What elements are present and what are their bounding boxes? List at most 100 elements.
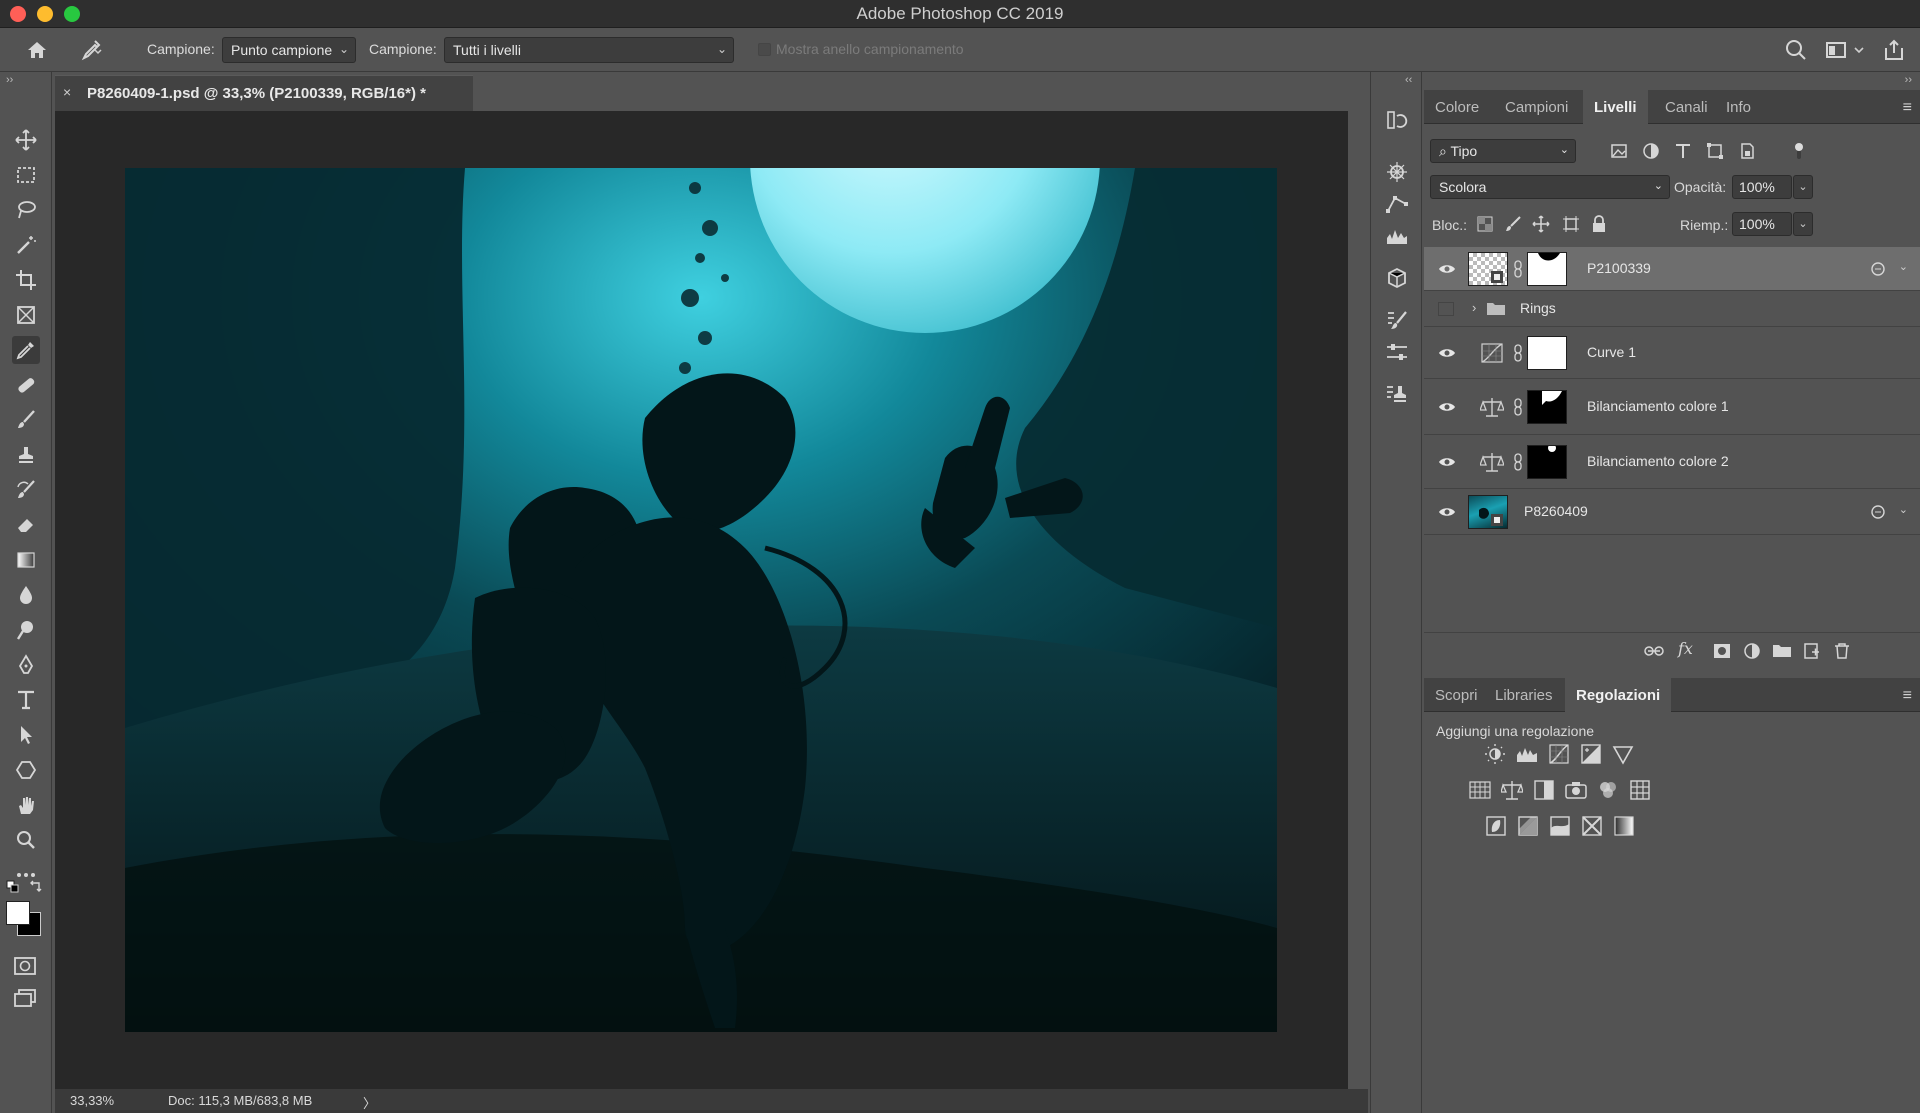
zoom-level[interactable]: 33,33% xyxy=(70,1093,114,1108)
lock-position-icon[interactable] xyxy=(1532,215,1550,233)
tab-campioni[interactable]: Campioni xyxy=(1494,90,1579,124)
link-icon[interactable] xyxy=(1513,398,1523,416)
screen-mode-icon[interactable] xyxy=(13,987,37,1009)
lock-transparent-icon[interactable] xyxy=(1476,215,1494,233)
levels-icon[interactable] xyxy=(1516,743,1538,765)
layer-thumbnail[interactable] xyxy=(1468,252,1508,286)
collapse-arrows-icon[interactable]: ›› xyxy=(1905,74,1912,86)
tab-regolazioni[interactable]: Regolazioni xyxy=(1565,678,1672,712)
brightness-contrast-icon[interactable] xyxy=(1484,743,1506,765)
filter-toggle-icon[interactable] xyxy=(1789,141,1809,161)
frame-tool[interactable] xyxy=(12,301,40,329)
tab-canali[interactable]: Canali xyxy=(1654,90,1719,124)
layer-filter-select[interactable]: ⌕ Tipo ⌄ xyxy=(1430,139,1576,163)
layer-row[interactable]: P2100339 ⌄ xyxy=(1424,247,1920,291)
link-icon[interactable] xyxy=(1513,453,1523,471)
gradient-map-icon[interactable] xyxy=(1613,815,1635,837)
black-white-icon[interactable] xyxy=(1533,779,1555,801)
pen-tool[interactable] xyxy=(12,651,40,679)
swap-colors-icon[interactable] xyxy=(28,880,42,894)
clone-source-icon[interactable] xyxy=(1385,382,1409,406)
opacity-dropdown[interactable]: ⌄ xyxy=(1793,175,1813,199)
channel-mixer-icon[interactable] xyxy=(1597,779,1619,801)
stamp-tool[interactable] xyxy=(12,441,40,469)
layer-row[interactable]: Bilanciamento colore 1 xyxy=(1424,379,1920,435)
paths-icon[interactable] xyxy=(1385,192,1409,216)
eye-icon[interactable] xyxy=(1438,346,1456,360)
selective-color-icon[interactable] xyxy=(1581,815,1603,837)
show-ring-checkbox[interactable] xyxy=(758,43,771,56)
visibility-toggle[interactable] xyxy=(1438,302,1454,316)
layer-thumbnail[interactable] xyxy=(1468,495,1508,529)
histogram-icon[interactable] xyxy=(1385,224,1409,248)
history-brush-tool[interactable] xyxy=(12,476,40,504)
brush-settings-icon[interactable] xyxy=(1385,308,1409,332)
tab-libraries[interactable]: Libraries xyxy=(1484,678,1564,712)
blur-tool[interactable] xyxy=(12,581,40,609)
layer-mask-thumbnail[interactable] xyxy=(1527,252,1567,286)
hue-saturation-icon[interactable] xyxy=(1469,779,1491,801)
link-layers-icon[interactable] xyxy=(1644,641,1664,661)
eye-icon[interactable] xyxy=(1438,455,1456,469)
eyedropper-tool[interactable] xyxy=(12,336,40,364)
layer-row[interactable]: Curve 1 xyxy=(1424,327,1920,379)
path-selection-tool[interactable] xyxy=(12,721,40,749)
chevron-down-icon[interactable]: ⌄ xyxy=(1899,260,1908,273)
eye-icon[interactable] xyxy=(1438,400,1456,414)
smart-filter-icon[interactable] xyxy=(1870,504,1886,520)
layer-row[interactable]: P8260409 ⌄ xyxy=(1424,489,1920,535)
sample-layers-select[interactable]: Tutti i livelli ⌄ xyxy=(444,37,734,63)
status-arrow-icon[interactable]: 〉 xyxy=(363,1093,376,1112)
layer-mask-thumbnail[interactable] xyxy=(1527,336,1567,370)
search-icon[interactable] xyxy=(1784,38,1808,62)
smart-filter-icon[interactable] xyxy=(1870,261,1886,277)
eye-icon[interactable] xyxy=(1438,505,1456,519)
panel-menu-icon[interactable]: ≡ xyxy=(1903,687,1912,705)
share-icon[interactable] xyxy=(1882,38,1906,62)
tab-info[interactable]: Info xyxy=(1715,90,1762,124)
workspace-icon[interactable] xyxy=(1824,38,1848,62)
home-icon[interactable] xyxy=(26,39,48,61)
fx-icon[interactable]: fx xyxy=(1678,639,1698,659)
shape-filter-icon[interactable] xyxy=(1705,141,1725,161)
document-image[interactable] xyxy=(125,168,1277,1032)
lock-pixels-icon[interactable] xyxy=(1504,215,1522,233)
chevron-right-icon[interactable]: › xyxy=(1472,300,1476,315)
hand-tool[interactable] xyxy=(12,791,40,819)
zoom-tool[interactable] xyxy=(12,826,40,854)
dodge-tool[interactable] xyxy=(12,616,40,644)
opacity-input[interactable]: 100% xyxy=(1732,175,1792,199)
move-tool[interactable] xyxy=(12,126,40,154)
gradient-tool[interactable] xyxy=(12,546,40,574)
color-lookup-icon[interactable] xyxy=(1629,779,1651,801)
layer-row[interactable]: › Rings xyxy=(1424,291,1920,327)
foreground-color-swatch[interactable] xyxy=(6,901,30,925)
lock-all-icon[interactable] xyxy=(1590,215,1608,233)
lasso-tool[interactable] xyxy=(12,196,40,224)
chevron-down-icon[interactable]: ⌄ xyxy=(1899,503,1908,516)
pixel-filter-icon[interactable] xyxy=(1609,141,1629,161)
healing-tool[interactable] xyxy=(12,371,40,399)
default-colors-icon[interactable] xyxy=(6,880,20,894)
vertical-scrollbar[interactable] xyxy=(1348,111,1368,1089)
brush-tool[interactable] xyxy=(12,406,40,434)
exposure-icon[interactable] xyxy=(1580,743,1602,765)
add-mask-icon[interactable] xyxy=(1712,641,1732,661)
properties-icon[interactable] xyxy=(1385,340,1409,364)
threshold-icon[interactable] xyxy=(1549,815,1571,837)
magic-wand-tool[interactable] xyxy=(12,231,40,259)
link-icon[interactable] xyxy=(1513,344,1523,362)
type-tool[interactable] xyxy=(12,686,40,714)
new-layer-icon[interactable] xyxy=(1802,641,1822,661)
chevron-down-icon[interactable] xyxy=(1852,38,1866,62)
close-icon[interactable]: × xyxy=(63,84,71,100)
eraser-tool[interactable] xyxy=(12,511,40,539)
new-group-icon[interactable] xyxy=(1772,641,1792,661)
vibrance-icon[interactable] xyxy=(1612,743,1634,765)
layer-mask-thumbnail[interactable] xyxy=(1527,390,1567,424)
layer-mask-thumbnail[interactable] xyxy=(1527,444,1567,479)
lock-artboard-icon[interactable] xyxy=(1562,215,1580,233)
navigator-icon[interactable] xyxy=(1385,160,1409,184)
document-tab[interactable]: × P8260409-1.psd @ 33,3% (P2100339, RGB/… xyxy=(55,75,473,111)
posterize-icon[interactable] xyxy=(1517,815,1539,837)
